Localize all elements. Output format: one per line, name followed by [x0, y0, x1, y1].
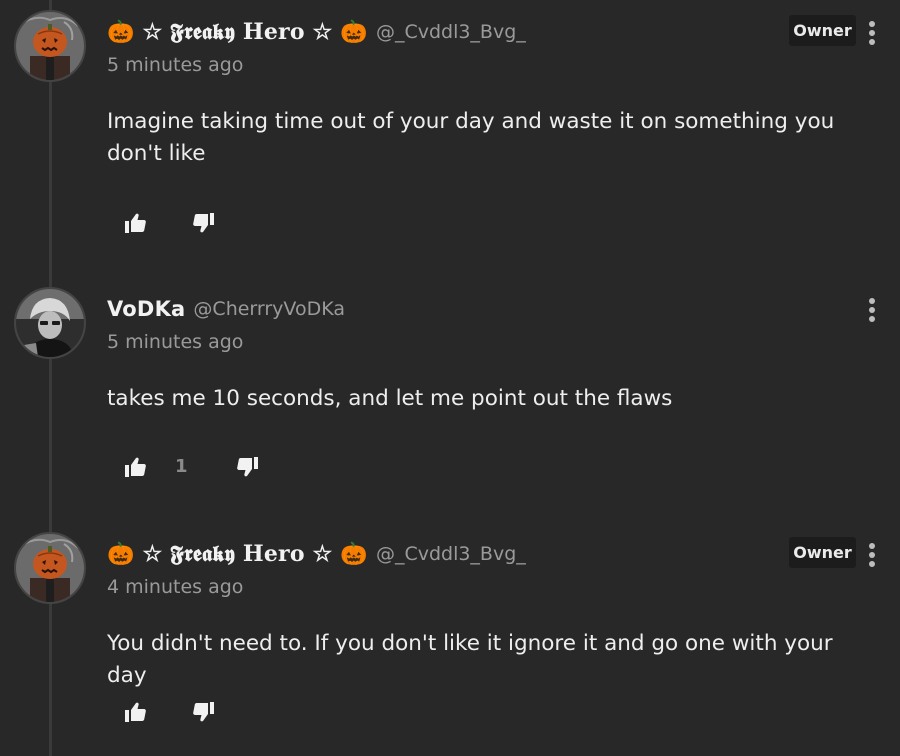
avatar[interactable] — [14, 10, 86, 82]
more-options-icon[interactable] — [862, 295, 882, 325]
thumbs-up-icon[interactable] — [123, 455, 147, 479]
pumpkin-head-avatar-icon — [16, 534, 84, 602]
thumbs-down-icon[interactable] — [236, 455, 260, 479]
thumbs-up-icon[interactable] — [123, 700, 147, 724]
more-options-icon[interactable] — [862, 18, 882, 48]
comment-timestamp: 5 minutes ago — [107, 331, 244, 353]
comment-text: takes me 10 seconds, and let me point ou… — [107, 386, 673, 411]
author-name[interactable]: VoDKa — [107, 297, 185, 321]
pumpkin-head-avatar-icon — [16, 12, 84, 80]
author-name[interactable]: 🎃 ☆ 𝕱𝖗𝖊𝖆𝖐𝖞 Hero ☆ 🎃 — [107, 19, 368, 45]
comment-thread: 🎃 ☆ 𝕱𝖗𝖊𝖆𝖐𝖞 Hero ☆ 🎃 @_Cvddl3_Bvg_ Owner … — [0, 0, 900, 756]
comment-header: VoDKa @CherrryVoDKa — [107, 289, 345, 329]
thumbs-down-icon[interactable] — [192, 700, 216, 724]
avatar[interactable] — [14, 287, 86, 359]
comment: 🎃 ☆ 𝕱𝖗𝖊𝖆𝖐𝖞 Hero ☆ 🎃 @_Cvddl3_Bvg_ Owner … — [0, 522, 900, 756]
comment-text: Imagine taking time out of your day and … — [107, 109, 835, 166]
thumbs-up-icon[interactable] — [123, 211, 147, 235]
author-handle[interactable]: @_Cvddl3_Bvg_ — [376, 21, 526, 43]
author-handle[interactable]: @CherrryVoDKa — [193, 298, 345, 320]
owner-badge: Owner — [789, 537, 856, 568]
owner-badge: Owner — [789, 15, 856, 46]
comment: VoDKa @CherrryVoDKa 5 minutes ago takes … — [0, 277, 900, 517]
comment-timestamp: 5 minutes ago — [107, 54, 244, 76]
thumbs-down-icon[interactable] — [192, 211, 216, 235]
comment-timestamp: 4 minutes ago — [107, 576, 244, 598]
comment: 🎃 ☆ 𝕱𝖗𝖊𝖆𝖐𝖞 Hero ☆ 🎃 @_Cvddl3_Bvg_ Owner … — [0, 0, 900, 270]
comment-text: You didn't need to. If you don't like it… — [107, 631, 833, 688]
grayscale-photo-avatar-icon — [16, 289, 84, 357]
comment-header: 🎃 ☆ 𝕱𝖗𝖊𝖆𝖐𝖞 Hero ☆ 🎃 @_Cvddl3_Bvg_ — [107, 534, 526, 574]
more-options-icon[interactable] — [862, 540, 882, 570]
author-name[interactable]: 🎃 ☆ 𝕱𝖗𝖊𝖆𝖐𝖞 Hero ☆ 🎃 — [107, 541, 368, 567]
author-handle[interactable]: @_Cvddl3_Bvg_ — [376, 543, 526, 565]
comment-header: 🎃 ☆ 𝕱𝖗𝖊𝖆𝖐𝖞 Hero ☆ 🎃 @_Cvddl3_Bvg_ — [107, 12, 526, 52]
avatar[interactable] — [14, 532, 86, 604]
like-count: 1 — [175, 456, 188, 477]
